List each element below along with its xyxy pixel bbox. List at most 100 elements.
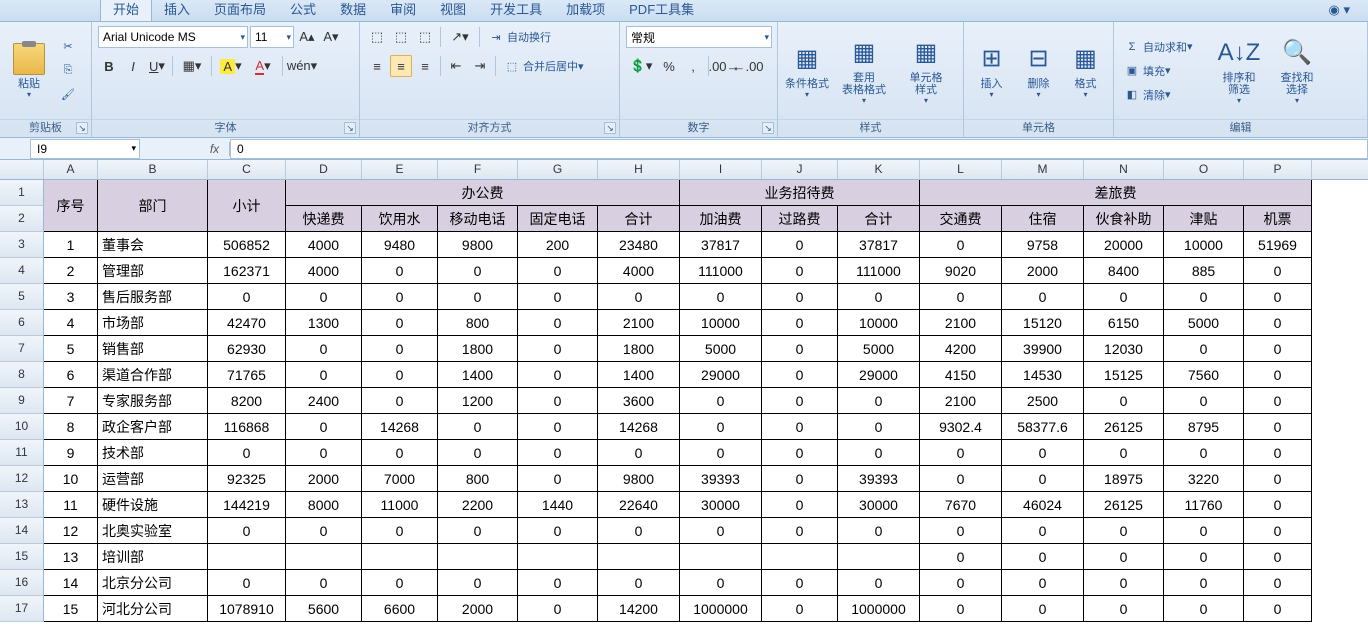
row-header-12[interactable]: 12 (0, 466, 44, 492)
cell-K16[interactable]: 0 (838, 570, 920, 596)
indent-increase-button[interactable]: ⇥ (469, 55, 491, 77)
tab-home[interactable]: 开始 (100, 0, 152, 21)
cell-A3[interactable]: 1 (44, 232, 98, 258)
cell-H4[interactable]: 4000 (598, 258, 680, 284)
subhdr-G[interactable]: 固定电话 (518, 206, 598, 232)
cell-D3[interactable]: 4000 (286, 232, 362, 258)
cell-C8[interactable]: 71765 (208, 362, 286, 388)
align-center-button[interactable]: ≡ (390, 55, 412, 77)
cell-C7[interactable]: 62930 (208, 336, 286, 362)
cell-C16[interactable]: 0 (208, 570, 286, 596)
tab-view[interactable]: 视图 (428, 0, 478, 21)
cell-O7[interactable]: 0 (1164, 336, 1244, 362)
cell-M8[interactable]: 14530 (1002, 362, 1084, 388)
cell-I14[interactable]: 0 (680, 518, 762, 544)
cell-G17[interactable]: 0 (518, 596, 598, 622)
format-cells-button[interactable]: ▦格式▾ (1064, 33, 1107, 109)
cell-J11[interactable]: 0 (762, 440, 838, 466)
cell-J12[interactable]: 0 (762, 466, 838, 492)
cell-N11[interactable]: 0 (1084, 440, 1164, 466)
cell-P13[interactable]: 0 (1244, 492, 1312, 518)
cell-A4[interactable]: 2 (44, 258, 98, 284)
align-top-button[interactable]: ⬚ (366, 26, 388, 48)
row-header-10[interactable]: 10 (0, 414, 44, 440)
clipboard-dialog-launcher[interactable]: ↘ (76, 122, 88, 134)
cell-A14[interactable]: 12 (44, 518, 98, 544)
row-header-11[interactable]: 11 (0, 440, 44, 466)
find-select-button[interactable]: 🔍查找和 选择▾ (1270, 33, 1324, 109)
cell-G16[interactable]: 0 (518, 570, 598, 596)
cell-B8[interactable]: 渠道合作部 (98, 362, 208, 388)
cell-L8[interactable]: 4150 (920, 362, 1002, 388)
cell-E15[interactable] (362, 544, 438, 570)
cell-F10[interactable]: 0 (438, 414, 518, 440)
cell-E8[interactable]: 0 (362, 362, 438, 388)
format-table-button[interactable]: ▦套用 表格格式▾ (834, 33, 894, 109)
cell-K11[interactable]: 0 (838, 440, 920, 466)
cell-A8[interactable]: 6 (44, 362, 98, 388)
cell-H12[interactable]: 9800 (598, 466, 680, 492)
col-header-M[interactable]: M (1002, 160, 1084, 179)
cell-P14[interactable]: 0 (1244, 518, 1312, 544)
cell-D10[interactable]: 0 (286, 414, 362, 440)
cell-A15[interactable]: 13 (44, 544, 98, 570)
cell-G9[interactable]: 0 (518, 388, 598, 414)
cell-P7[interactable]: 0 (1244, 336, 1312, 362)
cell-B7[interactable]: 销售部 (98, 336, 208, 362)
cell-D15[interactable] (286, 544, 362, 570)
subhdr-O[interactable]: 津贴 (1164, 206, 1244, 232)
col-header-H[interactable]: H (598, 160, 680, 179)
col-header-G[interactable]: G (518, 160, 598, 179)
cell-B16[interactable]: 北京分公司 (98, 570, 208, 596)
cell-C6[interactable]: 42470 (208, 310, 286, 336)
cell-L17[interactable]: 0 (920, 596, 1002, 622)
cell-L10[interactable]: 9302.4 (920, 414, 1002, 440)
cell-style-button[interactable]: ▦单元格 样式▾ (898, 33, 954, 109)
wrap-text-button[interactable]: ⇥自动换行 (484, 26, 574, 48)
row-header-9[interactable]: 9 (0, 388, 44, 414)
subhdr-J[interactable]: 过路费 (762, 206, 838, 232)
cell-F15[interactable] (438, 544, 518, 570)
cell-N8[interactable]: 15125 (1084, 362, 1164, 388)
cell-G5[interactable]: 0 (518, 284, 598, 310)
cell-O9[interactable]: 0 (1164, 388, 1244, 414)
cell-K12[interactable]: 39393 (838, 466, 920, 492)
tab-addins[interactable]: 加载项 (554, 0, 617, 21)
paste-button[interactable]: 粘贴 ▾ (6, 33, 52, 109)
delete-cells-button[interactable]: ⊟删除▾ (1017, 33, 1060, 109)
cell-G8[interactable]: 0 (518, 362, 598, 388)
cell-O8[interactable]: 7560 (1164, 362, 1244, 388)
cell-L11[interactable]: 0 (920, 440, 1002, 466)
cell-M16[interactable]: 0 (1002, 570, 1084, 596)
cell-E5[interactable]: 0 (362, 284, 438, 310)
cell-K6[interactable]: 10000 (838, 310, 920, 336)
cell-E4[interactable]: 0 (362, 258, 438, 284)
cell-H6[interactable]: 2100 (598, 310, 680, 336)
cell-P11[interactable]: 0 (1244, 440, 1312, 466)
fx-button[interactable]: fx (200, 142, 230, 156)
cell-K10[interactable]: 0 (838, 414, 920, 440)
subhdr-E[interactable]: 饮用水 (362, 206, 438, 232)
cell-D7[interactable]: 0 (286, 336, 362, 362)
cell-L16[interactable]: 0 (920, 570, 1002, 596)
cell-P16[interactable]: 0 (1244, 570, 1312, 596)
cell-L9[interactable]: 2100 (920, 388, 1002, 414)
col-header-O[interactable]: O (1164, 160, 1244, 179)
fill-button[interactable]: ▣填充 ▾ (1120, 60, 1208, 82)
hdr-A[interactable]: 序号 (44, 180, 98, 232)
cell-G11[interactable]: 0 (518, 440, 598, 466)
cell-N10[interactable]: 26125 (1084, 414, 1164, 440)
cell-E12[interactable]: 7000 (362, 466, 438, 492)
cell-H10[interactable]: 14268 (598, 414, 680, 440)
hdr-B[interactable]: 部门 (98, 180, 208, 232)
merge-center-button[interactable]: ⬚合并后居中 ▾ (500, 55, 600, 77)
hdr-C[interactable]: 小计 (208, 180, 286, 232)
copy-button[interactable]: ⎘ (56, 60, 83, 82)
cell-O5[interactable]: 0 (1164, 284, 1244, 310)
cell-B14[interactable]: 北奥实验室 (98, 518, 208, 544)
row-header-4[interactable]: 4 (0, 258, 44, 284)
cell-E11[interactable]: 0 (362, 440, 438, 466)
cell-M5[interactable]: 0 (1002, 284, 1084, 310)
cell-J9[interactable]: 0 (762, 388, 838, 414)
cell-K17[interactable]: 1000000 (838, 596, 920, 622)
